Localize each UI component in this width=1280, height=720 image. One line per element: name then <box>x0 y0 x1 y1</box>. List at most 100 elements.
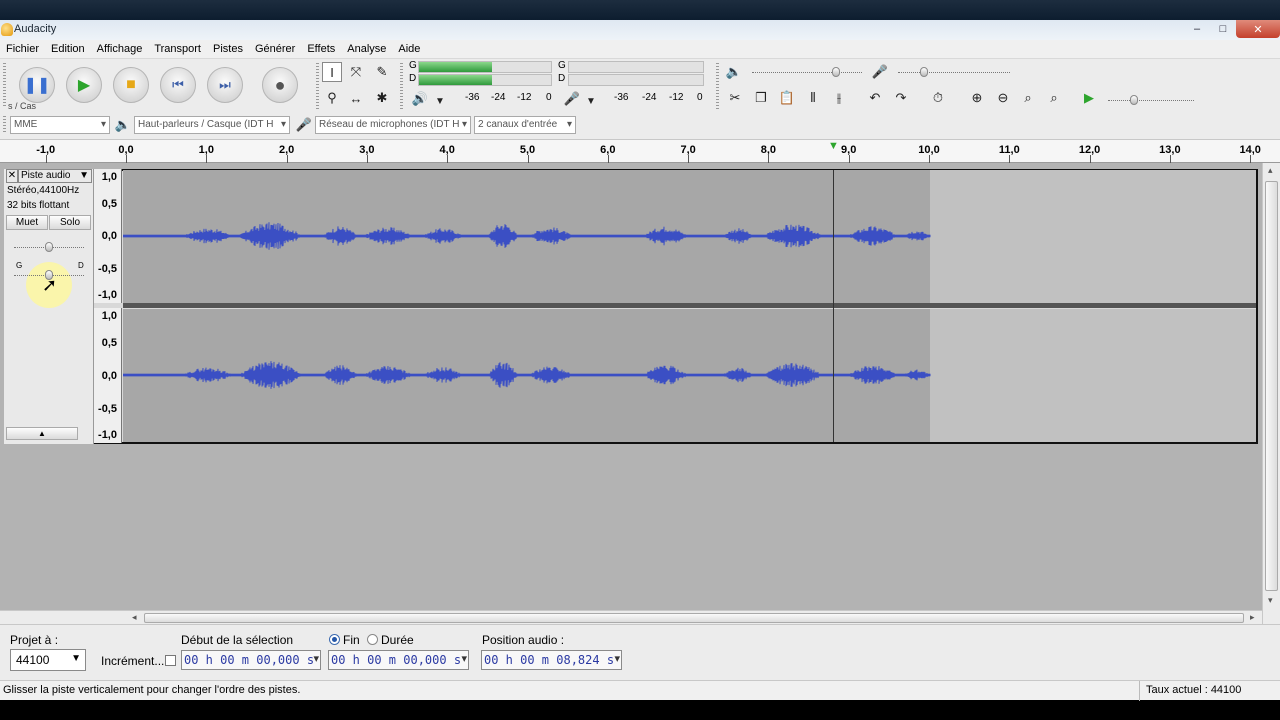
track-control-panel[interactable]: ✕ Piste audio ▼ Stéréo,44100Hz 32 bits fl… <box>4 169 94 444</box>
selection-start-time[interactable]: 00 h 00 m 00,000 s <box>181 650 321 670</box>
play-meter-left[interactable] <box>568 61 704 73</box>
mixer-grip[interactable] <box>716 63 719 111</box>
slider-thumb[interactable] <box>1130 95 1138 105</box>
play-meter-menu-icon[interactable]: ▼ <box>581 91 601 111</box>
scroll-left-icon[interactable]: ◂ <box>132 612 137 623</box>
rec-meter-menu-icon[interactable]: ▼ <box>430 91 450 111</box>
play-meter-right[interactable] <box>568 74 704 86</box>
menu-aide[interactable]: Aide <box>398 43 420 55</box>
rec-meter-right[interactable] <box>418 74 552 86</box>
play-speed-slider[interactable] <box>1108 95 1194 105</box>
ruler-tick-mark <box>1169 155 1171 163</box>
input-device-select[interactable]: Réseau de microphones (IDT H <box>315 116 471 134</box>
play-button[interactable]: ▶ <box>66 67 102 103</box>
host-select[interactable]: MME <box>10 116 110 134</box>
play-tick: -36 <box>614 92 629 103</box>
trim-icon[interactable]: ⫴ <box>803 88 823 108</box>
slider-thumb[interactable] <box>45 242 53 252</box>
record-button[interactable]: ● <box>262 67 298 103</box>
microphone-icon[interactable]: 🎤 <box>562 89 582 109</box>
zoom-tool-icon[interactable]: ⚲ <box>322 88 342 108</box>
fit-project-icon[interactable]: ⌕ <box>1044 88 1064 108</box>
paste-icon[interactable]: 📋 <box>777 88 797 108</box>
zoom-in-icon[interactable]: ⊕ <box>967 88 987 108</box>
selection-tool-icon[interactable]: I <box>322 62 342 82</box>
meter-grip[interactable] <box>400 63 403 111</box>
zoom-out-icon[interactable]: ⊖ <box>993 88 1013 108</box>
timeline-ruler[interactable]: -1,0 0,0 1,0 2,0 3,0 4,0 5,0 6,0 7,0 8,0 9,0 10,0 11… <box>0 140 1280 163</box>
project-rate-label: Projet à : <box>10 633 59 647</box>
length-radio[interactable] <box>367 634 378 645</box>
track-name-menu[interactable]: Piste audio ▼ <box>18 169 92 183</box>
collapse-track-button[interactable]: ▲ <box>6 427 78 440</box>
toolbar-grip[interactable] <box>3 63 6 107</box>
mute-button[interactable]: Muet <box>6 215 48 230</box>
waveform-right <box>123 361 931 389</box>
slider-thumb[interactable] <box>920 67 928 77</box>
menu-analyse[interactable]: Analyse <box>347 43 386 55</box>
maximize-button[interactable]: □ <box>1210 20 1236 38</box>
speaker-icon[interactable]: 🔊 <box>410 89 430 109</box>
menu-pistes[interactable]: Pistes <box>213 43 243 55</box>
rec-meter-left[interactable] <box>418 61 552 73</box>
redo-icon[interactable]: ↷ <box>891 88 911 108</box>
waveform-left-channel[interactable] <box>123 170 1256 303</box>
channels-select[interactable]: 2 canaux d'entrée <box>474 116 576 134</box>
ruler-tick-mark <box>126 155 127 163</box>
selection-end-time[interactable]: 00 h 00 m 00,000 s <box>328 650 469 670</box>
silence-icon[interactable]: ⫲ <box>829 88 849 108</box>
pause-button[interactable]: ❚❚ <box>19 67 55 103</box>
minimize-button[interactable]: – <box>1184 20 1210 38</box>
input-volume-slider[interactable] <box>898 67 1010 77</box>
menu-fichier[interactable]: Fichier <box>6 43 39 55</box>
play-at-speed-icon[interactable]: ▶ <box>1079 88 1099 108</box>
cut-icon[interactable]: ✂ <box>725 88 745 108</box>
menu-generer[interactable]: Générer <box>255 43 295 55</box>
close-button[interactable]: ✕ <box>1236 20 1280 38</box>
ruler-tick-mark <box>848 155 850 163</box>
audio-position-time[interactable]: 00 h 00 m 08,824 s <box>481 650 622 670</box>
scale-label: -1,0 <box>98 429 117 441</box>
scroll-right-icon[interactable]: ▸ <box>1250 612 1255 623</box>
ruler-tick-mark <box>45 155 47 163</box>
sync-lock-icon[interactable]: ⏱ <box>928 88 948 108</box>
output-device-select[interactable]: Haut-parleurs / Casque (IDT H <box>134 116 290 134</box>
skip-start-button[interactable]: ⏮ <box>160 67 196 103</box>
play-head-icon[interactable]: ▼ <box>828 140 839 152</box>
vertical-scroll-thumb[interactable] <box>1265 181 1278 591</box>
timeshift-tool-icon[interactable]: ↔ <box>346 88 366 108</box>
output-volume-slider[interactable] <box>752 67 862 77</box>
scroll-up-icon[interactable]: ▴ <box>1268 165 1273 176</box>
fit-selection-icon[interactable]: ⌕ <box>1018 88 1038 108</box>
envelope-tool-icon[interactable]: ⤧ <box>346 62 366 82</box>
slider-track <box>752 72 862 73</box>
solo-button[interactable]: Solo <box>49 215 91 230</box>
track-close-button[interactable]: ✕ <box>6 169 18 183</box>
menu-transport[interactable]: Transport <box>154 43 201 55</box>
menu-effets[interactable]: Effets <box>307 43 335 55</box>
menu-edition[interactable]: Edition <box>51 43 85 55</box>
project-rate-select[interactable]: 44100 ▼ <box>10 649 86 671</box>
waveform-right-channel[interactable] <box>123 309 1256 442</box>
vertical-scrollbar[interactable]: ▴ ▾ <box>1262 163 1280 624</box>
skip-end-button[interactable]: ⏭ <box>207 67 243 103</box>
undo-icon[interactable]: ↶ <box>865 88 885 108</box>
stop-button[interactable]: ■ <box>113 67 149 103</box>
device-grip[interactable] <box>3 116 6 134</box>
slider-thumb[interactable] <box>832 67 840 77</box>
menu-affichage[interactable]: Affichage <box>97 43 143 55</box>
scale-label: -0,5 <box>98 263 117 275</box>
snap-to-checkbox[interactable] <box>165 655 176 666</box>
gain-slider[interactable] <box>14 242 84 252</box>
tools-grip[interactable] <box>316 63 319 111</box>
horizontal-scrollbar[interactable]: ◂ ▸ <box>0 610 1262 624</box>
scroll-down-icon[interactable]: ▾ <box>1268 595 1273 606</box>
copy-icon[interactable]: ❐ <box>751 88 771 108</box>
length-label: Durée <box>381 633 414 647</box>
waveform-left <box>123 222 931 250</box>
end-radio[interactable] <box>329 634 340 645</box>
horizontal-scroll-thumb[interactable] <box>144 613 1244 623</box>
project-rate-value: 44100 <box>16 653 50 667</box>
multi-tool-icon[interactable]: ✱ <box>372 88 392 108</box>
draw-tool-icon[interactable]: ✎ <box>372 62 392 82</box>
